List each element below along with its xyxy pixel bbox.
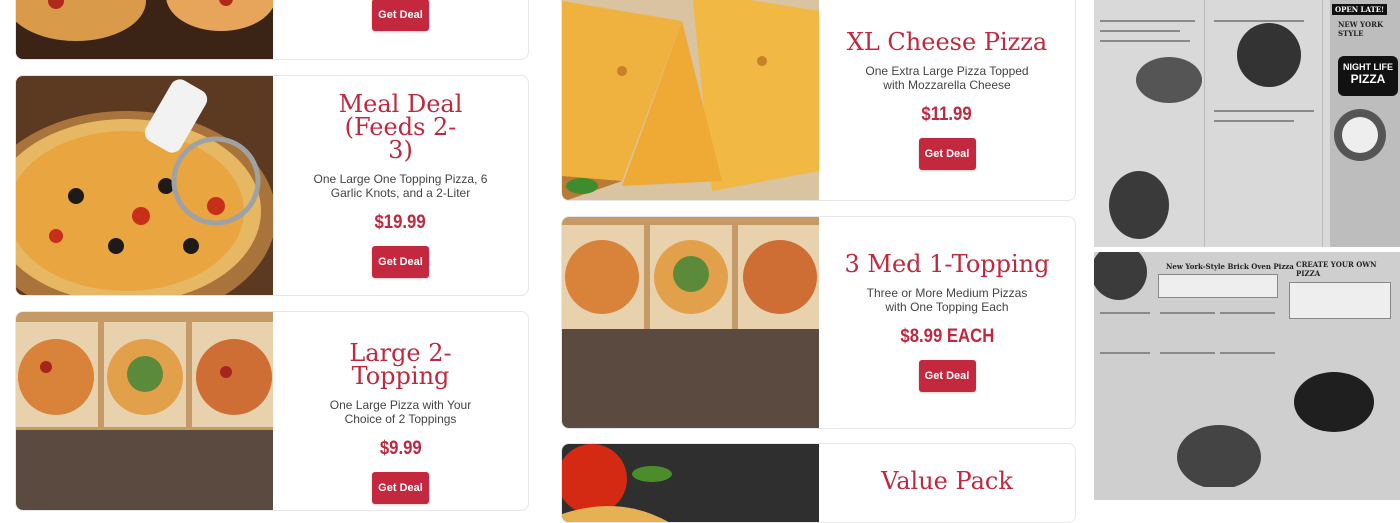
- get-deal-button[interactable]: Get Deal: [918, 138, 976, 170]
- printed-menu-image-front: OPEN LATE! NEW YORK STYLE NIGHT LIFE PIZ…: [1094, 0, 1400, 247]
- deal-body: XL Cheese Pizza One Extra Large Pizza To…: [819, 0, 1075, 200]
- deal-title: 3 Med 1-Topping: [844, 250, 1050, 278]
- pizza-tomato-image: [562, 444, 819, 522]
- deal-title: XL Cheese Pizza: [846, 28, 1048, 56]
- pizza-photo-icon: [1109, 171, 1169, 239]
- deal-description: Three or More Medium Pizzas with One Top…: [866, 286, 1028, 314]
- pizza-boxes-image: [16, 312, 273, 510]
- deal-card-value-pack: Value Pack: [561, 443, 1076, 523]
- printed-menu-image-inside: New York-Style Brick Oven Pizza CREATE Y…: [1094, 252, 1400, 500]
- deal-price: $8.99 EACH: [900, 326, 994, 347]
- deal-price: $19.99: [374, 212, 427, 233]
- deal-body: Meal Deal (Feeds 2-3) One Large One Topp…: [273, 76, 528, 295]
- pizza-photo-icon: [1237, 23, 1301, 87]
- get-deal-button[interactable]: Get Deal: [372, 246, 429, 278]
- open-late-banner: OPEN LATE!: [1332, 4, 1388, 15]
- get-deal-button[interactable]: Get Deal: [918, 360, 976, 392]
- pizza-boxes-image: [562, 217, 819, 428]
- menu-city-label: NEW YORK STYLE: [1338, 20, 1384, 38]
- deal-body: 3 Med 1-Topping Three or More Medium Piz…: [819, 217, 1075, 428]
- get-deal-button[interactable]: Get Deal: [372, 472, 429, 504]
- deal-body: Get Deal: [273, 0, 528, 59]
- deal-card-meal-deal: Meal Deal (Feeds 2-3) One Large One Topp…: [15, 75, 529, 296]
- deal-price: $9.99: [379, 438, 422, 459]
- pizza-photo-icon: [1094, 252, 1147, 300]
- deal-card-large-2-topping: Large 2-Topping One Large Pizza with You…: [15, 311, 529, 511]
- deal-description: One Large One Topping Pizza, 6 Garlic Kn…: [313, 172, 488, 200]
- deal-description: One Large Pizza with Your Choice of 2 To…: [329, 398, 472, 426]
- pizza-image: [16, 0, 273, 59]
- menu-section-title: New York-Style Brick Oven Pizza: [1166, 262, 1294, 271]
- deal-card-top-left: Get Deal: [15, 0, 529, 60]
- cheese-pizza-image: [562, 0, 819, 200]
- deal-body: Large 2-Topping One Large Pizza with You…: [273, 312, 528, 510]
- deal-card-3-med: 3 Med 1-Topping Three or More Medium Piz…: [561, 216, 1076, 429]
- deal-title: Value Pack: [881, 467, 1013, 495]
- get-deal-button[interactable]: Get Deal: [372, 0, 429, 31]
- pizza-photo-icon: [1177, 425, 1261, 487]
- night-life-pizza-logo: NIGHT LIFE PIZZA: [1338, 56, 1398, 96]
- deal-card-xl-cheese: XL Cheese Pizza One Extra Large Pizza To…: [561, 0, 1076, 201]
- pizza-photo-icon: [1136, 57, 1202, 103]
- deal-description: One Extra Large Pizza Topped with Mozzar…: [865, 64, 1029, 92]
- pizza-photo-icon: [1294, 372, 1374, 432]
- pizza-cutter-image: [16, 76, 273, 295]
- deal-price: $11.99: [921, 104, 973, 125]
- deal-title: Meal Deal (Feeds 2-3): [338, 90, 463, 164]
- pizza-slice-icon: [1334, 109, 1386, 161]
- menu-section-title: CREATE YOUR OWN PIZZA: [1296, 260, 1377, 278]
- deal-body: Value Pack: [819, 444, 1075, 522]
- deal-title: Large 2-Topping: [349, 339, 452, 390]
